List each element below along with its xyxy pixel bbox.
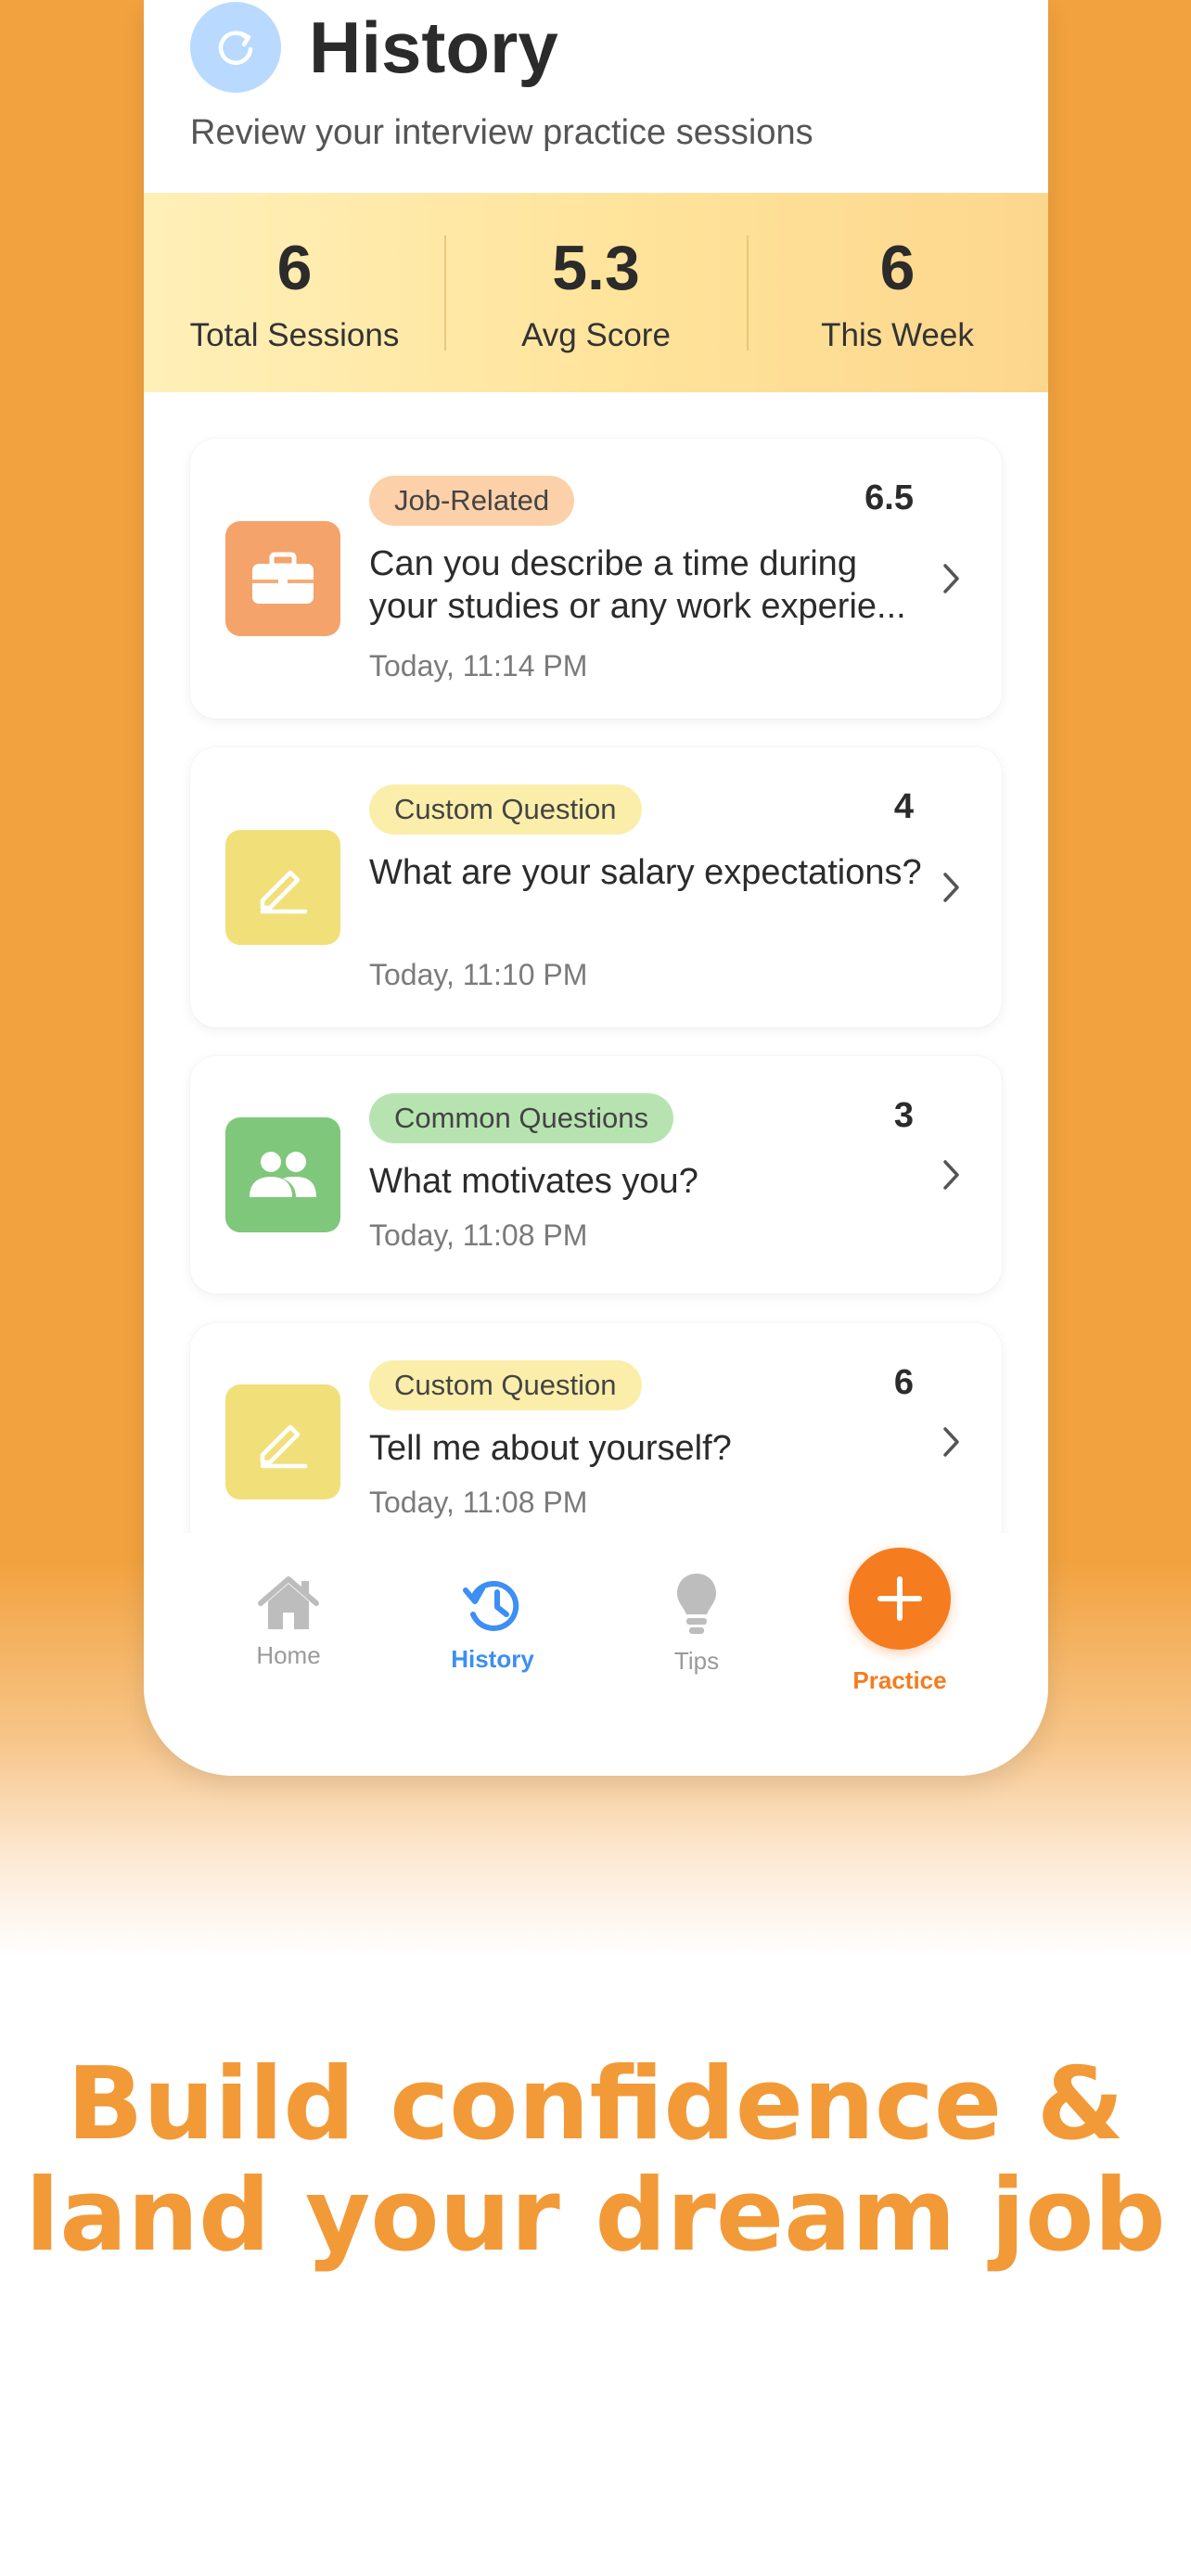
stat-value: 5.3: [552, 233, 640, 303]
stat-value: 6: [879, 233, 916, 303]
session-date: Today, 11:14 PM: [369, 649, 588, 682]
chevron-right-icon: [943, 873, 959, 902]
stat-this-week: 6 This Week: [747, 193, 1048, 392]
session-score: 4: [893, 787, 914, 826]
page-header: History Review your interview practice s…: [144, 0, 1048, 193]
tab-label: Tips: [673, 1647, 720, 1675]
session-score: 6.5: [864, 478, 914, 517]
session-score: 3: [893, 1096, 914, 1135]
pencil-icon: [225, 830, 340, 945]
chevron-right-icon: [943, 1160, 959, 1190]
page-subtitle: Review your interview practice sessions: [190, 113, 813, 152]
category-badge: Common Questions: [369, 1093, 673, 1143]
tagline-line-1: Build confidence &: [67, 2047, 1124, 2162]
session-question: Can you describe a time during your stud…: [369, 544, 906, 626]
session-card[interactable]: Job-Related 6.5 Can you describe a time …: [190, 439, 1002, 719]
tab-bar: Home History Tips Practice: [144, 1533, 1048, 1776]
session-card[interactable]: Custom Question 6 Tell me about yourself…: [190, 1323, 1002, 1533]
lightbulb-icon: [677, 1574, 716, 1634]
briefcase-icon: [225, 521, 340, 636]
pencil-icon: [225, 1384, 340, 1499]
session-date: Today, 11:08 PM: [369, 1486, 588, 1519]
phone-screen: History Review your interview practice s…: [144, 0, 1048, 1776]
page-title: History: [309, 6, 558, 88]
plus-icon: [877, 1576, 922, 1621]
history-icon: [463, 1580, 519, 1631]
stat-avg-score: 5.3 Avg Score: [445, 193, 747, 392]
session-question: What motivates you?: [369, 1162, 698, 1201]
session-question: Tell me about yourself?: [369, 1429, 732, 1468]
marketing-tagline: Build confidence & land your dream job: [0, 2049, 1191, 2272]
category-badge: Job-Related: [369, 476, 575, 526]
stat-label: Avg Score: [521, 317, 671, 353]
tab-history[interactable]: History: [418, 1575, 567, 1674]
category-badge: Custom Question: [369, 1360, 642, 1410]
session-card[interactable]: Custom Question 4 What are your salary e…: [190, 747, 1002, 1027]
stat-total-sessions: 6 Total Sessions: [144, 193, 445, 392]
tab-home[interactable]: Home: [214, 1575, 363, 1670]
session-date: Today, 11:08 PM: [369, 1218, 588, 1252]
stat-value: 6: [276, 233, 313, 303]
category-badge: Custom Question: [369, 784, 642, 835]
practice-fab-button[interactable]: [849, 1548, 951, 1650]
refresh-icon[interactable]: [190, 2, 281, 93]
session-date: Today, 11:10 PM: [369, 958, 588, 991]
stats-banner: 6 Total Sessions 5.3 Avg Score 6 This We…: [144, 193, 1048, 392]
tab-label: Practice: [852, 1666, 947, 1694]
session-score: 6: [893, 1363, 914, 1402]
chevron-right-icon: [943, 564, 959, 593]
home-icon: [258, 1576, 319, 1629]
tagline-line-2: land your dream job: [25, 2158, 1166, 2274]
session-card[interactable]: Common Questions 3 What motivates you? T…: [190, 1056, 1002, 1294]
tab-label: Home: [256, 1641, 321, 1669]
session-question: What are your salary expectations?: [369, 853, 922, 892]
people-icon: [225, 1117, 340, 1232]
stat-label: Total Sessions: [189, 317, 400, 353]
tab-label: History: [451, 1645, 534, 1673]
tab-tips[interactable]: Tips: [622, 1572, 771, 1676]
chevron-right-icon: [943, 1427, 959, 1457]
session-list[interactable]: Job-Related 6.5 Can you describe a time …: [144, 392, 1048, 1533]
stat-label: This Week: [821, 317, 974, 353]
